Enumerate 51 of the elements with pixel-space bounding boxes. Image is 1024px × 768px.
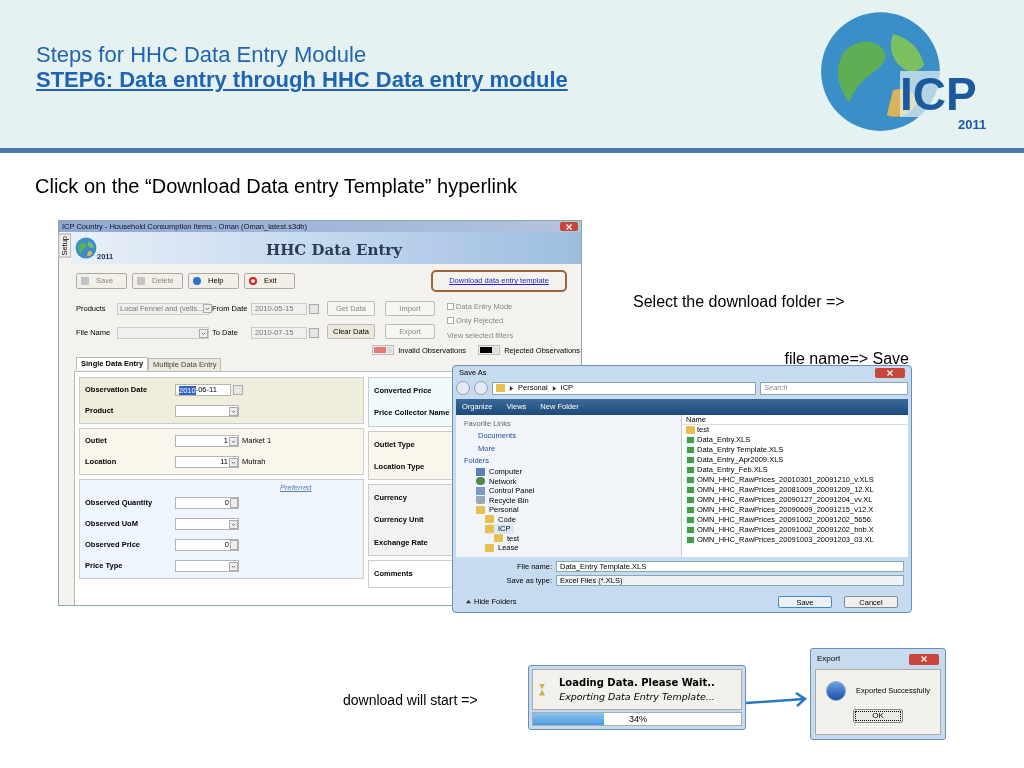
dropdown-field[interactable] [175,518,239,530]
slide-subtitle: STEP6: Data entry through HHC Data entry module [36,67,568,93]
dropdown-field[interactable] [175,560,239,572]
close-button[interactable] [560,222,578,231]
info-icon [826,681,847,701]
dropdown-arrow-icon[interactable] [229,561,238,571]
dropdown-arrow-icon[interactable] [229,436,238,446]
note-text: file name=> Save [784,349,909,369]
arrow [746,692,808,708]
bin-icon [476,496,485,505]
info-icon [193,277,201,285]
dropdown-field[interactable] [175,405,239,417]
color-picker[interactable] [372,345,395,356]
breadcrumb-arrow-icon [509,385,514,391]
progress-detail: Exporting Data Entry Template... [559,689,715,704]
instruction-text: Click on the “Download Data entry Template” hyperlink [35,174,518,199]
slide-title: Steps for HHC Data Entry Module [36,43,368,67]
ok-button[interactable]: OK [853,709,903,723]
dropdown-arrow-icon[interactable] [229,457,238,467]
spinner-icon[interactable] [230,498,238,508]
panel-icon [476,486,485,495]
note-text: Select the download folder => [633,292,845,312]
folder-icon [686,426,695,434]
note-text: download will start => [343,691,478,710]
trash-icon [137,277,145,285]
dialog-title: Export [817,653,841,665]
stop-icon [249,277,257,285]
dropdown-arrow-icon[interactable] [229,519,238,529]
close-icon [921,656,927,662]
color-picker[interactable] [478,345,501,356]
progress-reading: 34% [629,713,647,726]
dropdown-arrow-icon[interactable] [229,406,238,416]
calendar-icon[interactable] [233,385,243,395]
header-title: HHC Data Entry [266,240,402,261]
hourglass-icon [539,683,545,696]
collapse-arrow-icon [466,599,471,604]
close-icon [566,223,572,230]
forward-button[interactable] [474,381,488,395]
breadcrumb-arrow-icon [551,385,557,391]
computer-icon [476,467,485,476]
close-button[interactable] [909,653,939,665]
folder-icon [496,384,505,392]
close-icon [887,369,893,376]
globe-icon [75,237,97,259]
network-icon [476,477,485,486]
logo-text: ICP [900,71,977,117]
back-button[interactable] [456,381,470,395]
spinner-icon[interactable] [230,540,238,550]
logo-year: 2011 [958,117,987,132]
close-button[interactable] [875,367,905,378]
progress-title: Loading Data. Please Wait.. [559,675,715,690]
